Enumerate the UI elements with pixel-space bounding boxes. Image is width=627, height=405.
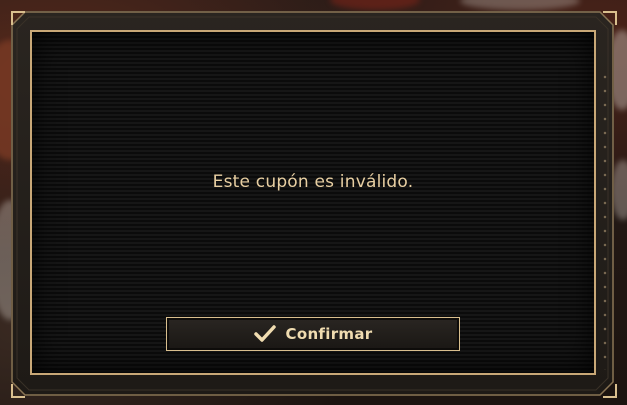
confirm-button-label: Confirmar (285, 325, 373, 343)
frame-decoration (602, 70, 608, 370)
frame-corner (603, 384, 617, 398)
confirm-button[interactable]: Confirmar (166, 317, 460, 351)
frame-corner (11, 384, 25, 398)
checkmark-icon (253, 325, 276, 343)
background-scene (460, 0, 580, 10)
frame-corner (11, 11, 25, 25)
background-scene (330, 0, 420, 10)
game-screen: Este cupón es inválido. Confirmar (0, 0, 627, 405)
frame-corner (603, 11, 617, 25)
dialog-message: Este cupón es inválido. (212, 172, 414, 192)
